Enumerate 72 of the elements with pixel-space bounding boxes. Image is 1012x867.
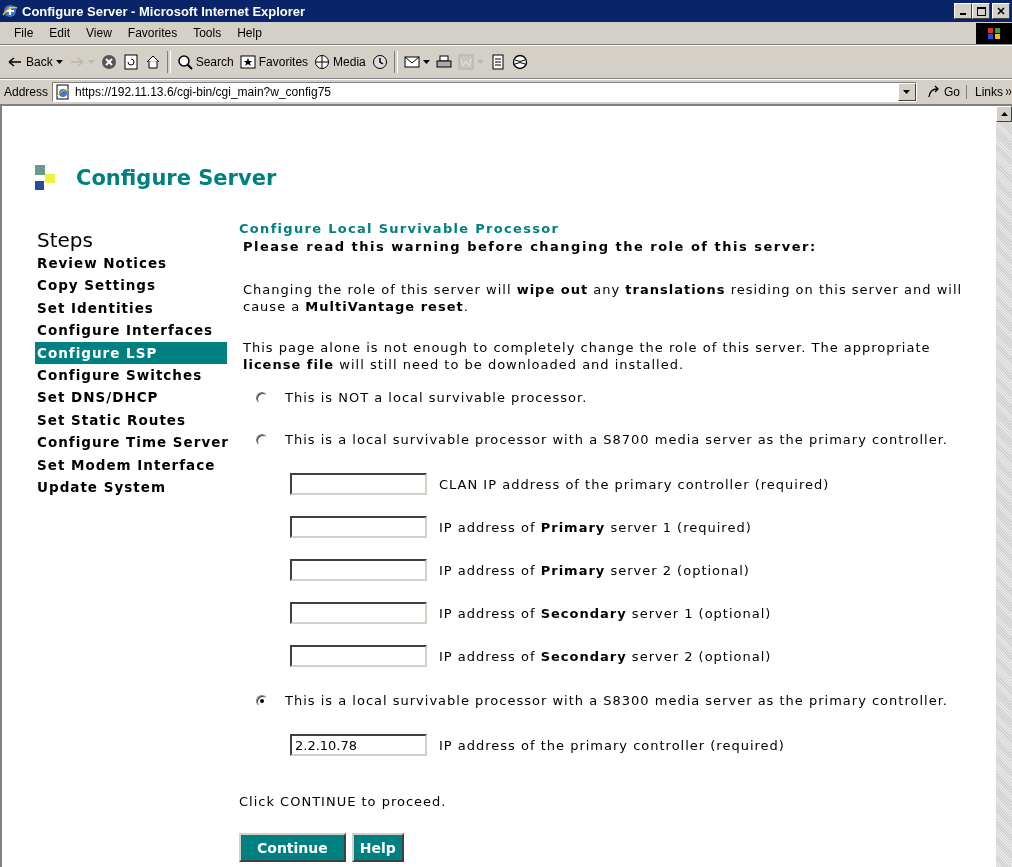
radio-label: This is NOT a local survivable processor. [285, 390, 588, 405]
paragraph: This page alone is not enough to completely change the role of this server. The appropriate license file will still need to be downloaded and installed. [243, 339, 932, 373]
continue-button[interactable]: Continue [239, 833, 346, 862]
page-title: Configure Server [76, 166, 277, 190]
step-link[interactable]: Set Static Routes [35, 408, 227, 432]
links-button[interactable]: Links [971, 85, 1012, 99]
input-field[interactable] [290, 473, 427, 495]
page-icon [55, 84, 72, 100]
field-label: CLAN IP address of the primary controller (required) [439, 476, 830, 492]
warning-text: Please read this warning before changing the role of this server: [243, 238, 818, 256]
address-label: Address [4, 85, 49, 99]
go-button[interactable]: Go [920, 85, 967, 99]
window-title: Configure Server - Microsoft Internet Explorer [22, 3, 307, 19]
input-field[interactable] [290, 602, 427, 624]
step-link[interactable]: Copy Settings [35, 274, 227, 297]
menu-item[interactable]: Favorites [119, 26, 186, 40]
radio-label: This is a local survivable processor with a S8700 media server as the primary controller. [285, 432, 948, 447]
menu-item[interactable]: Tools [185, 26, 230, 40]
close-button[interactable] [992, 3, 1010, 19]
step-link[interactable]: Update System [35, 476, 227, 499]
browser-icon [2, 3, 18, 19]
field-label: IP address of the primary controller (required) [439, 737, 785, 753]
toolbar-button[interactable]: Media [311, 50, 369, 74]
input-field[interactable] [290, 559, 427, 581]
menu-item[interactable]: File [6, 26, 42, 40]
paragraph: Changing the role of this server will wipe out any translations residing on this server and will cause a MultiVantage reset. [243, 281, 964, 315]
step-link[interactable]: Set Modem Interface [35, 453, 227, 477]
toolbar-button[interactable]: Back [4, 50, 66, 74]
windows-logo-icon [986, 25, 1002, 41]
input-field[interactable]: 2.2.10.78 [290, 734, 427, 756]
step-link[interactable]: Configure Switches [35, 364, 227, 387]
maximize-button[interactable] [972, 3, 990, 19]
field-label: IP address of Primary server 1 (required) [439, 519, 752, 535]
help-button[interactable]: Help [351, 833, 404, 862]
menu-item[interactable]: Edit [41, 26, 79, 40]
menu-item[interactable]: Help [229, 26, 270, 40]
field-label: IP address of Secondary server 2 (optional) [439, 648, 772, 664]
step-link[interactable]: Configure Interfaces [35, 319, 227, 342]
maximize-icon[interactable] [976, 6, 986, 16]
step-link[interactable]: Set DNS/DHCP [35, 386, 227, 409]
menu-item[interactable]: View [78, 26, 120, 40]
step-link[interactable]: Set Identities [35, 296, 227, 320]
caret-icon[interactable] [903, 90, 911, 94]
caret-icon[interactable] [55, 60, 63, 64]
input-field[interactable] [290, 516, 427, 538]
scrollbar[interactable] [996, 106, 1012, 867]
close-icon[interactable] [997, 7, 1005, 15]
field-label: IP address of Secondary server 1 (optional) [439, 605, 772, 621]
steps-heading: Steps [37, 228, 93, 252]
envelope-icon[interactable] [403, 54, 420, 70]
step-link[interactable]: Configure LSP [35, 341, 227, 365]
step-link[interactable]: Configure Time Server [35, 431, 227, 454]
search-icon[interactable] [176, 54, 193, 70]
minimize-button[interactable] [954, 3, 972, 19]
step-link[interactable]: Review Notices [35, 252, 227, 275]
input-field[interactable] [290, 645, 427, 667]
scroll-up-button[interactable] [996, 106, 1012, 122]
section-heading: Configure Local Survivable Processor [239, 220, 561, 238]
toolbar-button[interactable]: Favorites [236, 50, 312, 74]
globe-icon[interactable] [314, 54, 331, 70]
address-url: https://192.11.13.6/cgi-bin/cgi_main?w_config75 [75, 85, 332, 99]
back-arrow-icon[interactable] [7, 54, 23, 70]
toolbar-button[interactable]: Search [173, 50, 237, 74]
instruction-text: Click CONTINUE to proceed. [239, 794, 448, 809]
arrow-icon [926, 85, 941, 99]
address-field[interactable]: https://192.11.13.6/cgi-bin/cgi_main?w_config75 [52, 82, 917, 102]
dropdown-button[interactable] [897, 83, 916, 101]
chevron-icon [1006, 88, 1012, 96]
field-label: IP address of Primary server 2 (optional) [439, 562, 750, 578]
caret-icon[interactable] [422, 60, 430, 64]
radio-label: This is a local survivable processor with a S8300 media server as the primary controller. [285, 693, 948, 708]
up-arrow-icon[interactable] [1000, 112, 1008, 116]
